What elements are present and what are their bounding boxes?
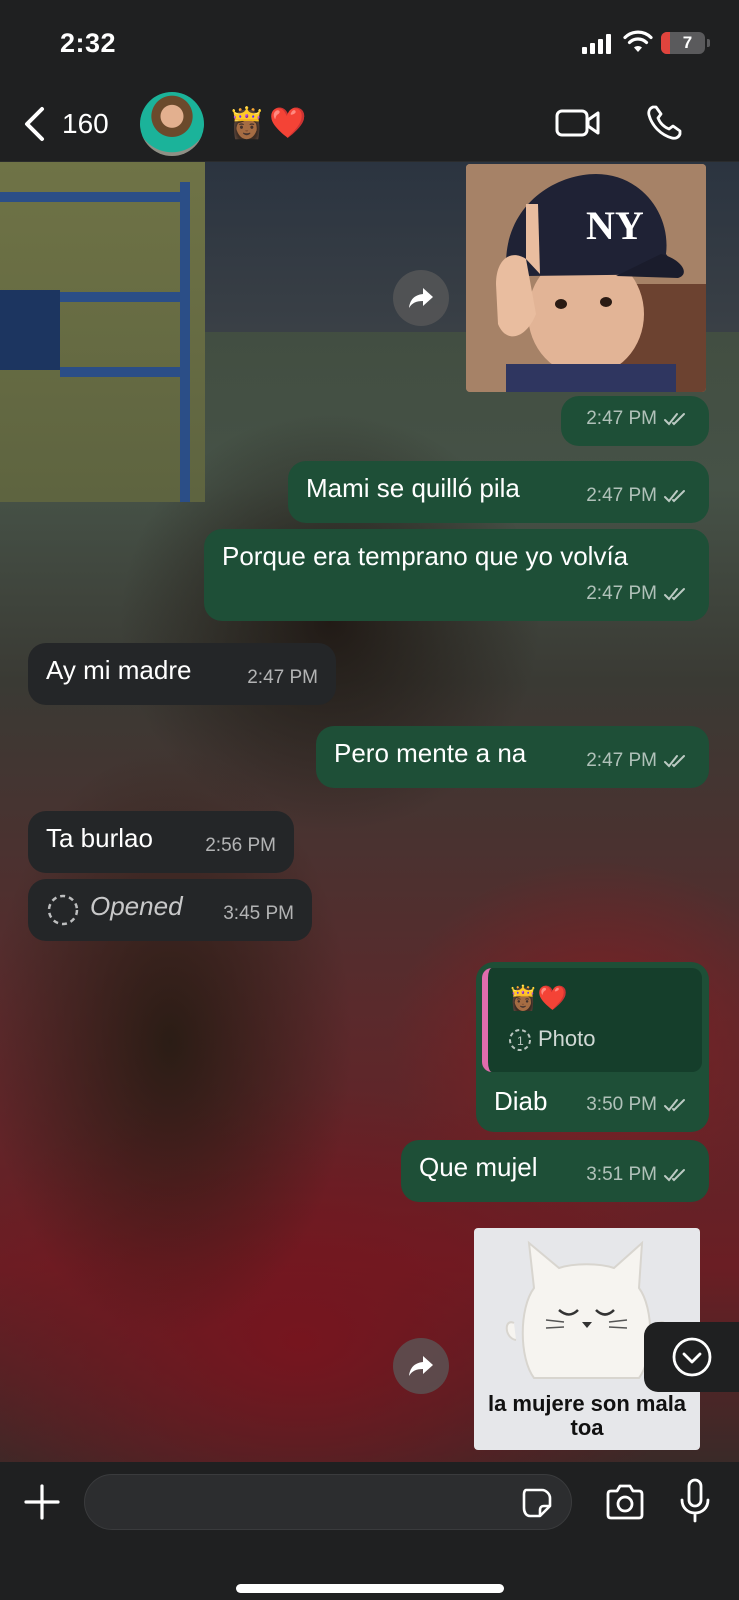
sticker-caption: la mujere son mala toa bbox=[487, 1391, 687, 1440]
message-time: 2:56 PM bbox=[205, 835, 276, 856]
forward-arrow-icon bbox=[409, 1356, 433, 1376]
message-bubble-outgoing[interactable]: Porque era temprano que yo volvía 2:47 P… bbox=[204, 529, 709, 621]
read-ticks-icon bbox=[664, 588, 685, 601]
message-bubble-incoming[interactable]: Ta burlao 2:56 PM bbox=[28, 811, 294, 873]
battery-level: 7 bbox=[682, 33, 693, 52]
message-image[interactable]: NY bbox=[466, 164, 706, 392]
message-text: Mami se quilló pila bbox=[306, 473, 520, 503]
message-text-field[interactable] bbox=[84, 1474, 572, 1530]
home-indicator bbox=[236, 1584, 504, 1593]
message-time: 3:51 PM bbox=[586, 1164, 657, 1185]
message-meta: 3:50 PM bbox=[586, 1090, 691, 1120]
message-bubble-incoming[interactable]: Ay mi madre 2:47 PM bbox=[28, 643, 336, 705]
message-text: Ay mi madre bbox=[46, 655, 192, 685]
message-time: 2:47 PM bbox=[247, 667, 318, 688]
message-bubble-outgoing[interactable]: Mami se quilló pila 2:47 PM bbox=[288, 461, 709, 523]
battery-icon: 7 bbox=[661, 32, 705, 54]
message-meta: 3:51 PM bbox=[586, 1160, 691, 1190]
voice-call-icon[interactable] bbox=[645, 104, 683, 142]
message-bubble-outgoing[interactable]: Que mujel 3:51 PM bbox=[401, 1140, 709, 1202]
message-meta: 2:47 PM bbox=[247, 663, 318, 693]
message-time: 2:47 PM bbox=[586, 583, 657, 604]
quoted-reply[interactable]: 👸🏾❤️ 1 Photo bbox=[482, 968, 702, 1072]
message-meta: 2:47 PM bbox=[586, 481, 691, 511]
camera-icon[interactable] bbox=[604, 1484, 646, 1520]
image-timestamp-bubble: 2:47 PM bbox=[561, 396, 709, 446]
message-meta: 2:47 PM bbox=[586, 579, 691, 609]
message-meta: 2:56 PM bbox=[205, 831, 276, 861]
status-time: 2:32 bbox=[60, 28, 117, 58]
chat-header: 160 👸🏾❤️ bbox=[0, 88, 739, 162]
back-chevron-icon[interactable] bbox=[22, 106, 46, 142]
svg-text:1: 1 bbox=[517, 1034, 524, 1048]
sticker-icon[interactable] bbox=[520, 1486, 554, 1520]
unread-count[interactable]: 160 bbox=[62, 108, 109, 140]
video-call-icon[interactable] bbox=[555, 106, 601, 140]
microphone-icon[interactable] bbox=[678, 1478, 712, 1524]
read-ticks-icon bbox=[664, 490, 685, 503]
view-once-icon: 1 bbox=[509, 1029, 531, 1051]
forward-button[interactable] bbox=[393, 1338, 449, 1394]
message-meta: 2:47 PM bbox=[586, 404, 691, 434]
message-time: 3:45 PM bbox=[223, 903, 294, 924]
read-ticks-icon bbox=[664, 1099, 685, 1112]
message-text: Diab bbox=[494, 1086, 548, 1116]
message-time: 2:47 PM bbox=[586, 485, 657, 506]
view-once-bubble[interactable]: Opened 3:45 PM bbox=[28, 879, 312, 941]
wallpaper-building bbox=[0, 162, 205, 502]
forward-arrow-icon bbox=[409, 288, 433, 308]
message-meta: 2:47 PM bbox=[586, 746, 691, 776]
quoted-label: Photo bbox=[538, 1026, 596, 1051]
message-time: 2:47 PM bbox=[586, 750, 657, 771]
photo-boy-cap: NY bbox=[466, 164, 706, 392]
message-text: Ta burlao bbox=[46, 823, 153, 853]
contact-name[interactable]: 👸🏾❤️ bbox=[228, 106, 311, 141]
read-ticks-icon bbox=[664, 1169, 685, 1182]
plus-icon[interactable] bbox=[22, 1482, 62, 1522]
scroll-to-bottom-button[interactable] bbox=[644, 1322, 739, 1392]
wifi-icon bbox=[623, 30, 653, 52]
status-bar: 2:32 7 bbox=[0, 0, 739, 88]
svg-text:NY: NY bbox=[586, 203, 644, 248]
cellular-signal-icon bbox=[582, 34, 611, 54]
battery-cap bbox=[707, 39, 710, 47]
message-text: Porque era temprano que yo volvía bbox=[222, 541, 629, 571]
read-ticks-icon bbox=[664, 755, 685, 768]
message-meta: 3:45 PM bbox=[223, 899, 294, 929]
message-text: Pero mente a na bbox=[334, 738, 527, 768]
message-text: Opened bbox=[90, 891, 183, 921]
message-bubble-outgoing[interactable]: Pero mente a na 2:47 PM bbox=[316, 726, 709, 788]
message-text: Que mujel bbox=[419, 1152, 538, 1182]
view-once-opened-icon bbox=[47, 894, 79, 926]
forward-button[interactable] bbox=[393, 270, 449, 326]
read-ticks-icon bbox=[664, 413, 685, 426]
chevron-down-circle-icon bbox=[672, 1337, 711, 1377]
contact-avatar[interactable] bbox=[140, 92, 204, 156]
quoted-author: 👸🏾❤️ bbox=[508, 985, 568, 1012]
message-input-bar bbox=[0, 1462, 739, 1600]
message-time: 3:50 PM bbox=[586, 1094, 657, 1115]
message-time: 2:47 PM bbox=[586, 408, 657, 429]
